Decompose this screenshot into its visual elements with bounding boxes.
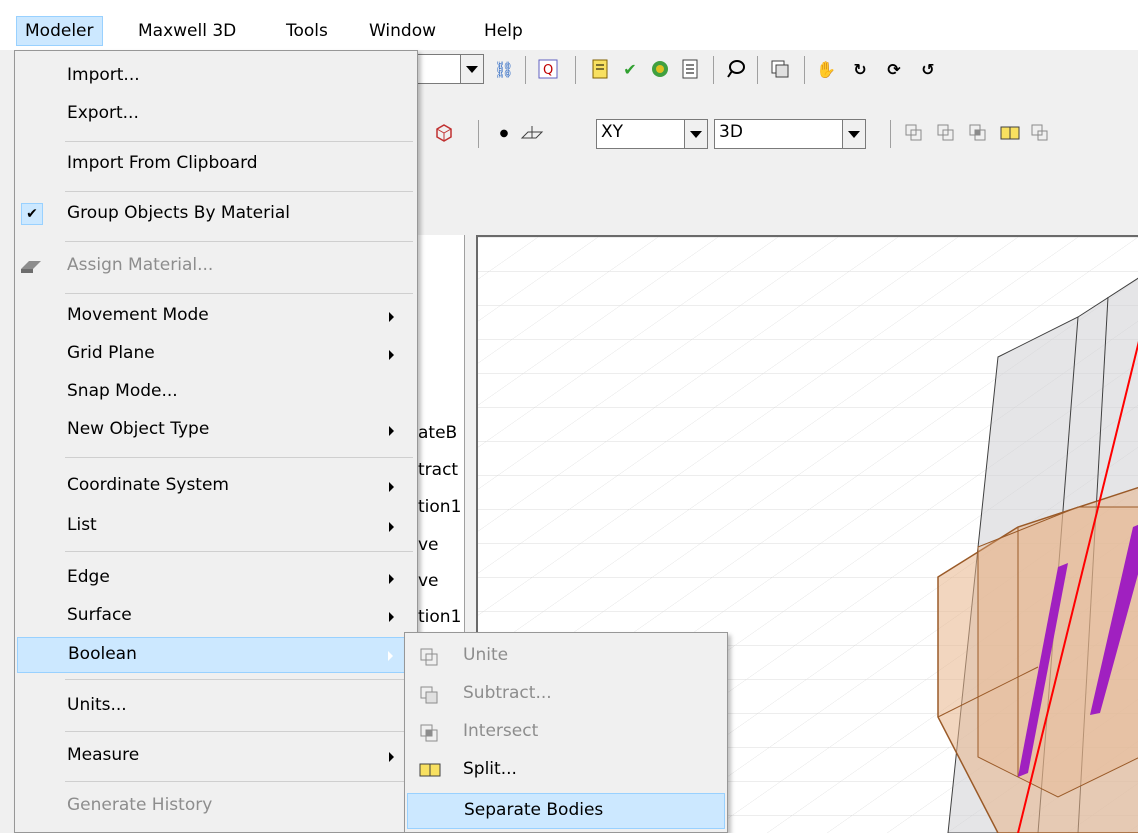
menu-item-surface[interactable]: Surface	[17, 599, 415, 635]
svg-text:Q: Q	[543, 63, 553, 78]
subtract-icon[interactable]	[934, 121, 958, 145]
hierarchy-icon[interactable]: ⛓	[492, 57, 516, 81]
chevron-right-icon	[389, 522, 394, 532]
tree-item-text[interactable]: tract	[418, 460, 458, 480]
chevron-right-icon	[389, 482, 394, 492]
view-select-value: 3D	[719, 122, 743, 142]
toolbar-combo[interactable]	[412, 54, 484, 84]
boolean-submenu: Unite Subtract... Intersect Split... Sep…	[404, 632, 728, 833]
intersect-icon[interactable]	[966, 121, 990, 145]
chevron-right-icon	[388, 651, 393, 661]
validate-icon[interactable]: Q	[536, 57, 560, 81]
tree-item-text[interactable]: ve	[418, 535, 439, 555]
orbit-icon[interactable]: ↺	[916, 57, 940, 81]
tree-item-text[interactable]: ateB	[418, 423, 457, 443]
menu-item-movement-mode[interactable]: Movement Mode	[17, 299, 415, 335]
menu-item-coordinate-system[interactable]: Coordinate System	[17, 469, 415, 505]
toolbar-separator	[890, 120, 891, 148]
toolbar-separator	[713, 56, 714, 84]
menu-separator	[65, 293, 413, 294]
rotate-axis-icon[interactable]: ⟳	[882, 57, 906, 81]
chevron-right-icon	[389, 426, 394, 436]
menu-maxwell-3d[interactable]: Maxwell 3D	[130, 17, 244, 45]
toolbar-separator	[757, 56, 758, 84]
subtract-icon	[419, 685, 439, 705]
submenu-item-unite: Unite	[407, 639, 725, 675]
toolbar-separator	[804, 56, 805, 84]
menu-help[interactable]: Help	[476, 17, 531, 45]
chevron-right-icon	[389, 574, 394, 584]
menu-item-units[interactable]: Units...	[17, 689, 415, 725]
menu-item-edge[interactable]: Edge	[17, 561, 415, 597]
submenu-item-split[interactable]: Split...	[407, 753, 725, 789]
unite-icon	[419, 647, 439, 667]
point-icon[interactable]: ●	[492, 121, 516, 145]
view-select[interactable]: 3D	[714, 119, 866, 149]
menu-item-snap-mode[interactable]: Snap Mode...	[17, 375, 415, 411]
report-icon[interactable]	[588, 57, 612, 81]
menu-item-import[interactable]: Import...	[17, 59, 415, 95]
chevron-right-icon	[389, 612, 394, 622]
tree-item-text[interactable]: tion1	[418, 607, 461, 627]
box-icon[interactable]	[432, 121, 456, 145]
analyze-icon[interactable]	[648, 57, 672, 81]
tree-item-text[interactable]: tion1	[418, 497, 461, 517]
plane-icon[interactable]	[520, 121, 544, 145]
check-icon[interactable]: ✔	[618, 57, 642, 81]
menu-tools[interactable]: Tools	[278, 17, 336, 45]
unite-icon[interactable]	[902, 121, 926, 145]
chevron-right-icon	[389, 350, 394, 360]
menu-window[interactable]: Window	[361, 17, 444, 45]
menu-separator	[65, 457, 413, 458]
submenu-item-intersect: Intersect	[407, 715, 725, 751]
menu-separator	[65, 241, 413, 242]
menu-modeler[interactable]: Modeler	[16, 16, 103, 46]
toolbar-row-2: ● XY 3D	[412, 112, 1138, 156]
plane-select[interactable]: XY	[596, 119, 708, 149]
field-overlay-icon[interactable]	[724, 57, 748, 81]
menu-item-new-object-type[interactable]: New Object Type	[17, 413, 415, 449]
menu-item-import-clipboard[interactable]: Import From Clipboard	[17, 147, 415, 183]
checkmark-icon: ✔	[21, 203, 43, 225]
chevron-down-icon[interactable]	[460, 55, 483, 83]
chevron-right-icon	[389, 752, 394, 762]
material-icon	[19, 257, 43, 282]
toolbar-separator	[575, 56, 576, 84]
intersect-icon	[419, 723, 439, 743]
menu-separator	[65, 141, 413, 142]
chevron-right-icon	[389, 312, 394, 322]
menu-item-group-by-material[interactable]: ✔ Group Objects By Material	[17, 197, 415, 233]
menu-item-measure[interactable]: Measure	[17, 739, 415, 775]
separate-icon[interactable]	[1028, 121, 1052, 145]
submenu-item-separate-bodies[interactable]: Separate Bodies	[407, 793, 725, 829]
menu-item-generate-history: Generate History	[67, 795, 213, 815]
pan-hand-icon[interactable]: ✋	[814, 57, 838, 81]
menu-bar: Modeler Maxwell 3D Tools Window Help	[0, 0, 1138, 50]
menu-item-list[interactable]: List	[17, 509, 415, 545]
toolbar-row-1: ⛓ Q ✔ ✋ ↻ ⟳ ↺	[412, 50, 1138, 92]
submenu-item-subtract: Subtract...	[407, 677, 725, 713]
document-icon[interactable]	[678, 57, 702, 81]
menu-separator	[65, 679, 413, 680]
menu-separator	[65, 191, 413, 192]
chevron-down-icon[interactable]	[684, 120, 707, 148]
rotate-icon[interactable]: ↻	[848, 57, 872, 81]
menu-item-grid-plane[interactable]: Grid Plane	[17, 337, 415, 373]
modeler-menu: Import... Export... Import From Clipboar…	[14, 50, 418, 833]
menu-separator	[65, 781, 413, 782]
menu-separator	[65, 551, 413, 552]
menu-item-boolean[interactable]: Boolean	[17, 637, 415, 673]
tree-item-text[interactable]: ve	[418, 571, 439, 591]
toolbar-separator	[478, 120, 479, 148]
menu-separator	[65, 731, 413, 732]
menu-item-export[interactable]: Export...	[17, 97, 415, 133]
split-icon[interactable]	[998, 121, 1022, 145]
plane-select-value: XY	[601, 122, 624, 142]
toolbar-separator	[525, 56, 526, 84]
split-icon	[419, 761, 441, 781]
chevron-down-icon[interactable]	[842, 120, 865, 148]
menu-item-assign-material: Assign Material...	[17, 249, 415, 285]
copy-image-icon[interactable]	[768, 57, 792, 81]
